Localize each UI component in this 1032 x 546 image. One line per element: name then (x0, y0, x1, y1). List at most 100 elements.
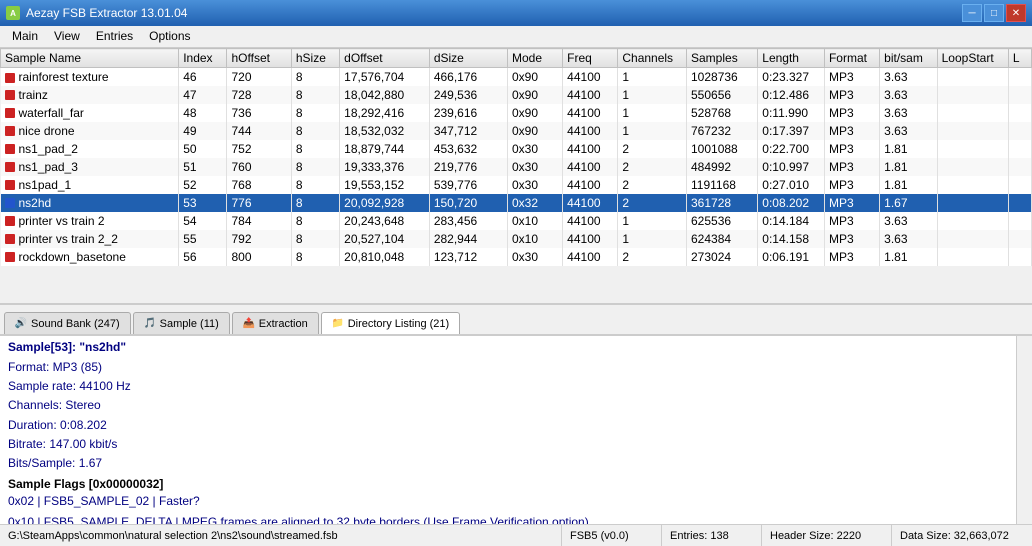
cell-bitsam: 1.67 (880, 194, 937, 212)
cell-samples: 1001088 (687, 140, 758, 158)
table-row[interactable]: rainforest texture 46 720 8 17,576,704 4… (1, 68, 1032, 86)
cell-format: MP3 (824, 122, 879, 140)
col-length[interactable]: Length (758, 49, 825, 68)
col-l[interactable]: L (1008, 49, 1031, 68)
cell-doffset: 18,532,032 (340, 122, 430, 140)
col-hoffset[interactable]: hOffset (227, 49, 291, 68)
cell-hsize: 8 (291, 176, 339, 194)
col-mode[interactable]: Mode (507, 49, 562, 68)
col-samples[interactable]: Samples (687, 49, 758, 68)
cell-l (1008, 140, 1031, 158)
cell-hoffset: 792 (227, 230, 291, 248)
col-doffset[interactable]: dOffset (340, 49, 430, 68)
table-row[interactable]: waterfall_far 48 736 8 18,292,416 239,61… (1, 104, 1032, 122)
info-flags-title: Sample Flags [0x00000032] (8, 477, 1008, 491)
tab-directory-listing[interactable]: 📁 Directory Listing (21) (321, 312, 460, 334)
cell-channels: 2 (618, 176, 687, 194)
cell-loopstart (937, 230, 1008, 248)
cell-hoffset: 776 (227, 194, 291, 212)
cell-hsize: 8 (291, 104, 339, 122)
cell-format: MP3 (824, 86, 879, 104)
cell-index: 48 (179, 104, 227, 122)
close-button[interactable]: ✕ (1006, 4, 1026, 22)
menu-entries[interactable]: Entries (88, 28, 141, 45)
table-row[interactable]: trainz 47 728 8 18,042,880 249,536 0x90 … (1, 86, 1032, 104)
cell-index: 51 (179, 158, 227, 176)
tab-soundbank-label: Sound Bank (247) (31, 318, 120, 330)
cell-name: trainz (1, 86, 179, 104)
tab-extraction[interactable]: 📤 Extraction (232, 312, 319, 334)
title-controls: ─ □ ✕ (962, 4, 1026, 22)
table-row[interactable]: printer vs train 2_2 55 792 8 20,527,104… (1, 230, 1032, 248)
cell-mode: 0x32 (507, 194, 562, 212)
col-format[interactable]: Format (824, 49, 879, 68)
table-row[interactable]: ns1_pad_3 51 760 8 19,333,376 219,776 0x… (1, 158, 1032, 176)
status-format: FSB5 (v0.0) (562, 525, 662, 546)
cell-l (1008, 86, 1031, 104)
col-bitsam[interactable]: bit/sam (880, 49, 937, 68)
cell-doffset: 18,292,416 (340, 104, 430, 122)
table-row[interactable]: ns2hd 53 776 8 20,092,928 150,720 0x32 4… (1, 194, 1032, 212)
cell-mode: 0x30 (507, 158, 562, 176)
cell-channels: 2 (618, 194, 687, 212)
status-data-size: Data Size: 32,663,072 (892, 525, 1032, 546)
menu-view[interactable]: View (46, 28, 88, 45)
cell-loopstart (937, 86, 1008, 104)
cell-samples: 624384 (687, 230, 758, 248)
cell-bitsam: 3.63 (880, 68, 937, 86)
cell-length: 0:14.158 (758, 230, 825, 248)
info-content: Sample[53]: "ns2hd" Format: MP3 (85)Samp… (0, 336, 1016, 524)
table-row[interactable]: nice drone 49 744 8 18,532,032 347,712 0… (1, 122, 1032, 140)
cell-freq: 44100 (563, 194, 618, 212)
cell-hsize: 8 (291, 86, 339, 104)
cell-doffset: 19,333,376 (340, 158, 430, 176)
col-loopstart[interactable]: LoopStart (937, 49, 1008, 68)
cell-l (1008, 212, 1031, 230)
col-dsize[interactable]: dSize (429, 49, 507, 68)
cell-channels: 1 (618, 68, 687, 86)
cell-freq: 44100 (563, 140, 618, 158)
cell-channels: 1 (618, 104, 687, 122)
extraction-icon: 📤 (243, 318, 255, 330)
cell-index: 55 (179, 230, 227, 248)
tab-sample[interactable]: 🎵 Sample (11) (133, 312, 230, 334)
cell-format: MP3 (824, 248, 879, 266)
cell-name: waterfall_far (1, 104, 179, 122)
table-scroll[interactable]: Sample Name Index hOffset hSize dOffset … (0, 48, 1032, 303)
tab-extraction-label: Extraction (259, 318, 308, 330)
cell-loopstart (937, 68, 1008, 86)
col-name[interactable]: Sample Name (1, 49, 179, 68)
col-hsize[interactable]: hSize (291, 49, 339, 68)
col-freq[interactable]: Freq (563, 49, 618, 68)
menu-main[interactable]: Main (4, 28, 46, 45)
cell-length: 0:27.010 (758, 176, 825, 194)
table-row[interactable]: ns1_pad_2 50 752 8 18,879,744 453,632 0x… (1, 140, 1032, 158)
cell-length: 0:12.486 (758, 86, 825, 104)
col-channels[interactable]: Channels (618, 49, 687, 68)
cell-dsize: 347,712 (429, 122, 507, 140)
cell-doffset: 18,879,744 (340, 140, 430, 158)
cell-l (1008, 158, 1031, 176)
table-row[interactable]: rockdown_basetone 56 800 8 20,810,048 12… (1, 248, 1032, 266)
info-scrollbar[interactable] (1016, 336, 1032, 524)
cell-length: 0:22.700 (758, 140, 825, 158)
menu-options[interactable]: Options (141, 28, 198, 45)
cell-format: MP3 (824, 194, 879, 212)
info-line: Sample rate: 44100 Hz (8, 377, 1008, 396)
cell-l (1008, 194, 1031, 212)
tab-soundbank[interactable]: 🔊 Sound Bank (247) (4, 312, 131, 334)
minimize-button[interactable]: ─ (962, 4, 982, 22)
table-row[interactable]: printer vs train 2 54 784 8 20,243,648 2… (1, 212, 1032, 230)
cell-index: 56 (179, 248, 227, 266)
cell-index: 53 (179, 194, 227, 212)
cell-bitsam: 3.63 (880, 104, 937, 122)
cell-format: MP3 (824, 176, 879, 194)
table-row[interactable]: ns1pad_1 52 768 8 19,553,152 539,776 0x3… (1, 176, 1032, 194)
cell-index: 52 (179, 176, 227, 194)
cell-name: rainforest texture (1, 68, 179, 86)
cell-l (1008, 68, 1031, 86)
cell-doffset: 20,810,048 (340, 248, 430, 266)
maximize-button[interactable]: □ (984, 4, 1004, 22)
col-index[interactable]: Index (179, 49, 227, 68)
cell-dsize: 249,536 (429, 86, 507, 104)
